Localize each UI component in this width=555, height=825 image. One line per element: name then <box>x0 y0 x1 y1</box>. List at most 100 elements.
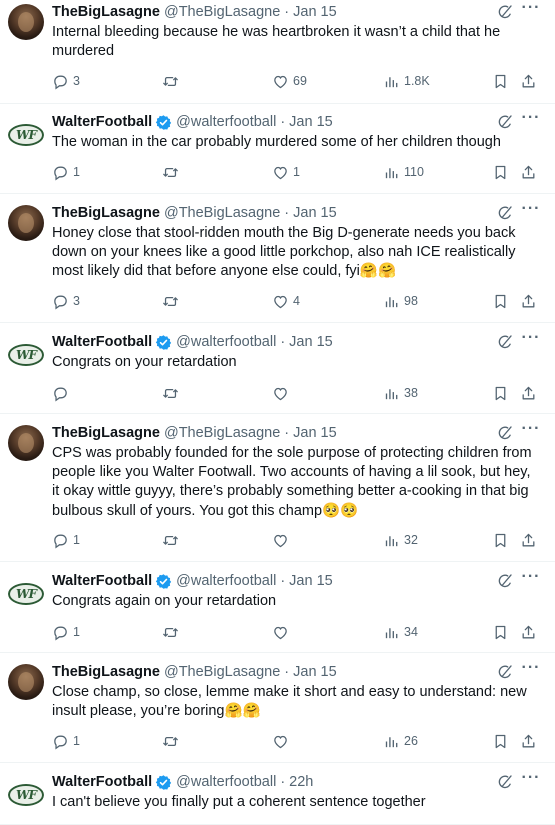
retweet-button[interactable] <box>162 73 183 90</box>
reply-button[interactable]: 1 <box>52 164 80 181</box>
reply-button[interactable] <box>52 385 73 402</box>
user-handle[interactable]: @TheBigLasagne <box>164 425 280 441</box>
timestamp[interactable]: · Jan 15 <box>280 573 332 589</box>
tweet[interactable]: TheBigLasagne @TheBigLasagne · Jan 15 ··· CP… <box>0 414 555 562</box>
like-button[interactable]: 4 <box>272 293 300 310</box>
share-button[interactable] <box>520 293 537 310</box>
bookmark-button[interactable] <box>492 532 509 549</box>
retweet-button[interactable] <box>162 385 183 402</box>
avatar[interactable] <box>8 664 44 700</box>
views-button[interactable]: 1.8K <box>383 73 430 90</box>
more-icon[interactable]: ··· <box>521 419 541 439</box>
more-icon[interactable]: ··· <box>521 199 541 219</box>
like-button[interactable] <box>272 624 293 641</box>
display-name[interactable]: WalterFootball <box>52 114 152 130</box>
share-button[interactable] <box>520 733 537 750</box>
display-name[interactable]: WalterFootball <box>52 573 152 589</box>
timestamp[interactable]: · Jan 15 <box>284 425 336 441</box>
display-name[interactable]: TheBigLasagne <box>52 425 160 441</box>
views-button[interactable]: 110 <box>383 164 424 181</box>
timestamp[interactable]: · Jan 15 <box>284 4 336 20</box>
timestamp[interactable]: · Jan 15 <box>280 334 332 350</box>
bookmark-button[interactable] <box>492 624 509 641</box>
views-button[interactable]: 32 <box>383 532 418 549</box>
like-button[interactable] <box>272 385 293 402</box>
retweet-button[interactable] <box>162 624 183 641</box>
share-button[interactable] <box>520 164 537 181</box>
like-button[interactable]: 1 <box>272 164 300 181</box>
avatar[interactable]: WF <box>8 777 44 813</box>
timestamp[interactable]: · Jan 15 <box>284 205 336 221</box>
timestamp[interactable]: · Jan 15 <box>284 664 336 680</box>
retweet-button[interactable] <box>162 293 183 310</box>
retweet-button[interactable] <box>162 164 183 181</box>
tweet[interactable]: WF WalterFootball @walterfootball · Jan 15 ·… <box>0 323 555 414</box>
bookmark-button[interactable] <box>492 73 509 90</box>
grok-icon[interactable] <box>495 203 515 223</box>
tweet[interactable]: TheBigLasagne @TheBigLasagne · Jan 15 ··· Cl… <box>0 653 555 763</box>
retweet-button[interactable] <box>162 532 183 549</box>
bookmark-button[interactable] <box>492 293 509 310</box>
reply-button[interactable]: 1 <box>52 624 80 641</box>
avatar[interactable] <box>8 425 44 461</box>
views-button[interactable]: 38 <box>383 385 418 402</box>
reply-button[interactable]: 3 <box>52 73 80 90</box>
display-name[interactable]: WalterFootball <box>52 774 152 790</box>
more-icon[interactable]: ··· <box>521 0 541 18</box>
user-handle[interactable]: @walterfootball <box>176 334 276 350</box>
reply-button[interactable]: 1 <box>52 532 80 549</box>
grok-icon[interactable] <box>495 2 515 22</box>
display-name[interactable]: TheBigLasagne <box>52 664 160 680</box>
grok-icon[interactable] <box>495 423 515 443</box>
display-name[interactable]: WalterFootball <box>52 334 152 350</box>
retweet-button[interactable] <box>162 733 183 750</box>
avatar[interactable]: WF <box>8 117 44 153</box>
user-handle[interactable]: @TheBigLasagne <box>164 205 280 221</box>
share-button[interactable] <box>520 624 537 641</box>
views-button[interactable]: 98 <box>383 293 418 310</box>
reply-button[interactable]: 1 <box>52 733 80 750</box>
share-button[interactable] <box>520 385 537 402</box>
avatar[interactable] <box>8 205 44 241</box>
like-button[interactable] <box>272 733 293 750</box>
user-handle[interactable]: @TheBigLasagne <box>164 4 280 20</box>
tweet[interactable]: TheBigLasagne @TheBigLasagne · Jan 15 ··· In… <box>0 0 555 104</box>
display-name[interactable]: TheBigLasagne <box>52 4 160 20</box>
avatar[interactable] <box>8 4 44 40</box>
user-handle[interactable]: @walterfootball <box>176 573 276 589</box>
bookmark-button[interactable] <box>492 733 509 750</box>
like-button[interactable]: 69 <box>272 73 307 90</box>
user-handle[interactable]: @walterfootball <box>176 774 276 790</box>
grok-icon[interactable] <box>495 571 515 591</box>
tweet[interactable]: WF WalterFootball @walterfootball · Jan 15 ·… <box>0 562 555 653</box>
timestamp[interactable]: · 22h <box>280 774 313 790</box>
user-handle[interactable]: @walterfootball <box>176 114 276 130</box>
more-icon[interactable]: ··· <box>521 658 541 678</box>
bookmark-button[interactable] <box>492 385 509 402</box>
display-name[interactable]: TheBigLasagne <box>52 205 160 221</box>
grok-icon[interactable] <box>495 662 515 682</box>
avatar[interactable]: WF <box>8 337 44 373</box>
views-button[interactable]: 26 <box>383 733 418 750</box>
more-icon[interactable]: ··· <box>521 108 541 128</box>
avatar[interactable]: WF <box>8 576 44 612</box>
timestamp[interactable]: · Jan 15 <box>280 114 332 130</box>
tweet[interactable]: WF WalterFootball @walterfootball · Jan 15 ·… <box>0 104 555 194</box>
user-handle[interactable]: @TheBigLasagne <box>164 664 280 680</box>
share-button[interactable] <box>520 532 537 549</box>
grok-icon[interactable] <box>495 772 515 792</box>
views-button[interactable]: 34 <box>383 624 418 641</box>
grok-icon[interactable] <box>495 112 515 132</box>
more-icon[interactable]: ··· <box>521 328 541 348</box>
more-icon[interactable]: ··· <box>521 768 541 788</box>
bookmark-button[interactable] <box>492 164 509 181</box>
share-button[interactable] <box>520 73 537 90</box>
tweet[interactable]: TheBigLasagne @TheBigLasagne · Jan 15 ··· Ho… <box>0 194 555 323</box>
more-icon[interactable]: ··· <box>521 567 541 587</box>
reply-button[interactable]: 3 <box>52 293 80 310</box>
like-button[interactable] <box>272 532 293 549</box>
reply-count: 3 <box>73 74 80 88</box>
grok-icon[interactable] <box>495 332 515 352</box>
share-icon <box>520 733 537 750</box>
tweet[interactable]: WF WalterFootball @walterfootball · 22h ··· I… <box>0 763 555 825</box>
